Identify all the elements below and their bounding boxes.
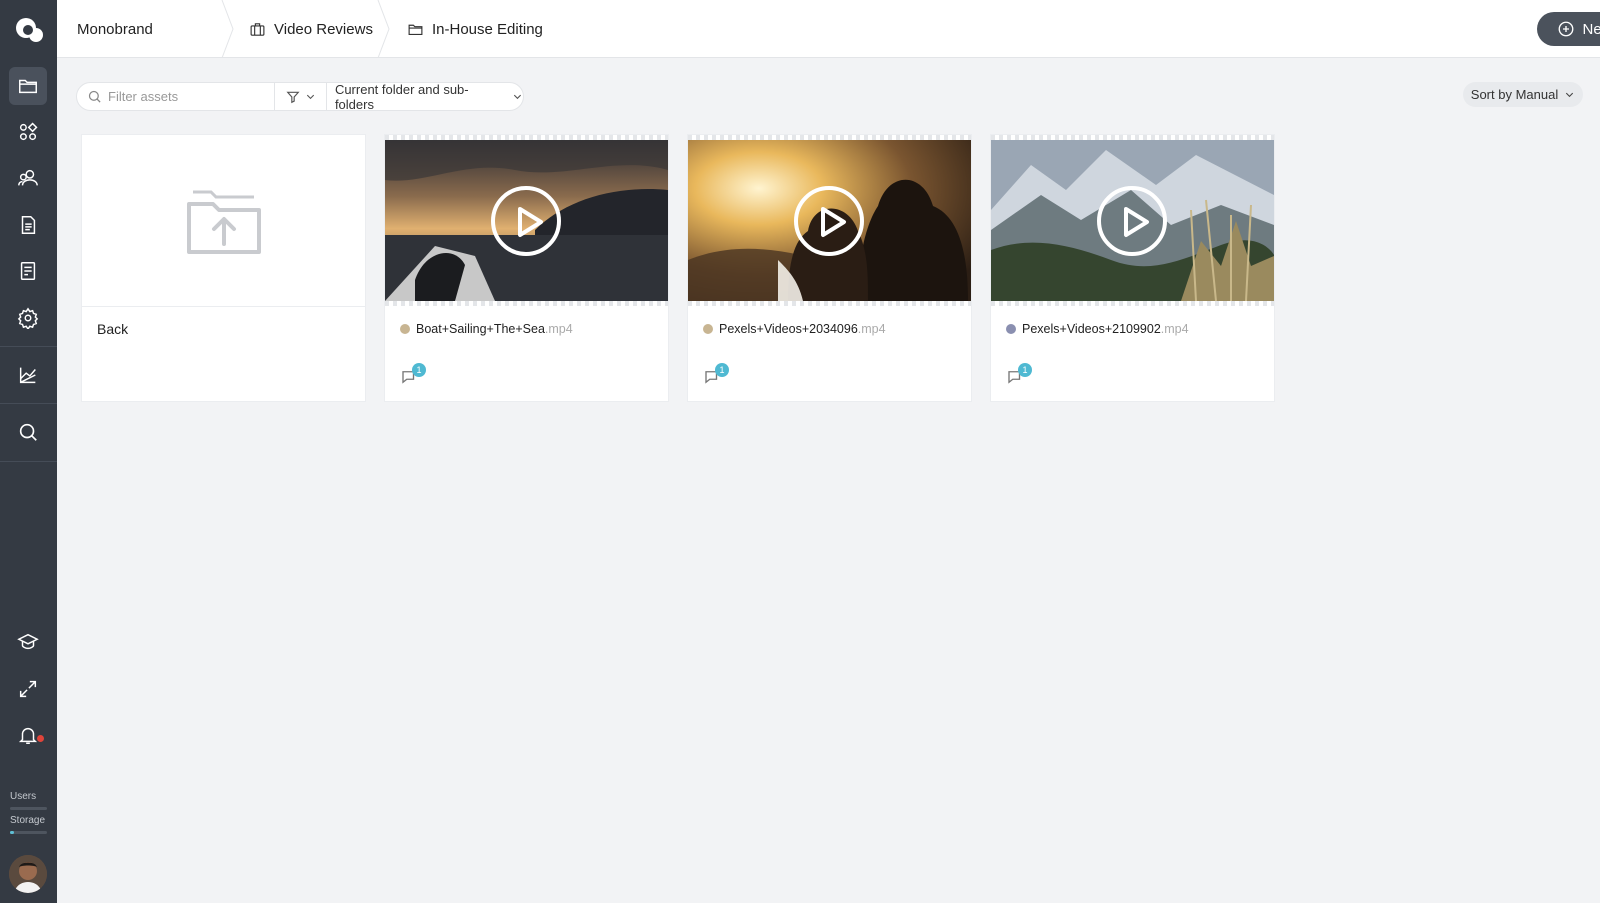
asset-filename[interactable]: Pexels+Videos+2034096.mp4 (703, 322, 886, 336)
thumbnail-frame (688, 301, 971, 306)
brand-logo[interactable] (14, 14, 44, 44)
chart-icon (19, 367, 36, 384)
user-avatar-image (9, 855, 47, 893)
nav-tasks[interactable] (9, 252, 47, 290)
users-usage-bar (10, 807, 47, 810)
users-usage-label: Users (10, 791, 37, 802)
graduation-cap-icon (17, 633, 39, 650)
comments-button[interactable]: 1 (1006, 363, 1034, 387)
asset-filename[interactable]: Boat+Sailing+The+Sea.mp4 (400, 322, 573, 336)
filter-bar: Current folder and sub-folders (76, 82, 524, 112)
video-thumbnail (688, 140, 971, 301)
back-card[interactable]: Back (81, 134, 366, 402)
breadcrumb-label: In-House Editing (432, 20, 543, 38)
users-icon (18, 169, 38, 186)
gear-icon (17, 307, 39, 329)
nav-documents[interactable] (9, 206, 47, 244)
asset-card[interactable]: Pexels+Videos+2109902.mp4 1 (990, 134, 1275, 402)
breadcrumb-label: Monobrand (77, 20, 153, 38)
breadcrumb-label: Video Reviews (274, 20, 373, 38)
storage-usage-label: Storage (10, 815, 46, 826)
nav-settings[interactable] (9, 299, 47, 337)
avatar[interactable] (9, 855, 47, 893)
funnel-icon (286, 91, 300, 103)
chevron-down-icon (513, 94, 522, 100)
comments-button[interactable]: 1 (400, 363, 428, 387)
status-dot (400, 324, 410, 334)
nav-academy[interactable] (9, 623, 47, 661)
briefcase-icon (250, 22, 265, 36)
sidebar-divider (0, 403, 57, 404)
play-icon (821, 207, 846, 237)
sort-label: Sort by Manual (1470, 87, 1559, 102)
nav-insights[interactable] (9, 356, 47, 394)
play-button[interactable] (1097, 186, 1167, 256)
sidebar-divider (0, 461, 57, 462)
scope-label: Current folder and sub-folders (334, 81, 469, 112)
play-button[interactable] (491, 186, 561, 256)
storage-usage-fill (10, 831, 15, 834)
sidebar: Users Storage (0, 0, 57, 903)
sort-dropdown[interactable]: Sort by Manual (1463, 82, 1583, 107)
play-icon (1124, 207, 1149, 237)
notification-dot (37, 735, 44, 742)
video-thumbnail (991, 140, 1274, 301)
sidebar-divider (0, 346, 57, 347)
nav-users[interactable] (9, 159, 47, 197)
breadcrumb-separator (221, 0, 234, 58)
checklist-icon (20, 262, 36, 280)
chevron-down-icon (306, 94, 314, 100)
asset-extension: .mp4 (1160, 322, 1189, 336)
video-thumbnail (385, 140, 668, 301)
search-icon (88, 90, 101, 103)
top-bar: Monobrand Video Reviews In-House Editing… (57, 0, 1600, 58)
asset-name: Boat+Sailing+The+Sea (416, 322, 545, 336)
asset-extension: .mp4 (857, 322, 886, 336)
nav-apps[interactable] (9, 113, 47, 151)
back-card-preview (82, 135, 365, 307)
asset-card[interactable]: Pexels+Videos+2034096.mp4 1 (687, 134, 972, 402)
search-icon (19, 423, 37, 441)
apps-icon (19, 122, 38, 141)
plus-circle-icon (1559, 21, 1574, 37)
comments-button[interactable]: 1 (703, 363, 731, 387)
nav-search[interactable] (9, 413, 47, 451)
comment-count-badge: 1 (1018, 363, 1032, 377)
comment-count-badge: 1 (412, 363, 426, 377)
breadcrumb-item-monobrand[interactable]: Monobrand (77, 0, 153, 58)
expand-icon (19, 680, 37, 698)
thumbnail-frame (385, 301, 668, 306)
comment-count-badge: 1 (715, 363, 729, 377)
nav-fullscreen[interactable] (9, 670, 47, 708)
breadcrumb-item-video-reviews[interactable]: Video Reviews (249, 0, 373, 58)
status-dot (703, 324, 713, 334)
filter-options-button[interactable] (275, 83, 327, 110)
storage-usage-bar (10, 831, 47, 834)
back-label: Back (97, 321, 129, 337)
nav-assets[interactable] (9, 67, 47, 105)
folder-upload-icon (186, 190, 261, 254)
breadcrumb-separator (377, 0, 390, 58)
status-dot (1006, 324, 1016, 334)
document-icon (21, 216, 36, 234)
play-icon (518, 207, 543, 237)
scope-dropdown[interactable]: Current folder and sub-folders (327, 82, 523, 112)
filter-assets-input[interactable] (108, 89, 268, 104)
new-button-label: New (1582, 20, 1600, 38)
folder-icon (19, 79, 37, 94)
folder-icon (408, 24, 423, 35)
asset-filename[interactable]: Pexels+Videos+2109902.mp4 (1006, 322, 1189, 336)
asset-name: Pexels+Videos+2034096 (719, 322, 858, 336)
thumbnail-frame (991, 301, 1274, 306)
breadcrumb-item-in-house-editing[interactable]: In-House Editing (407, 0, 543, 58)
asset-name: Pexels+Videos+2109902 (1022, 322, 1161, 336)
bell-icon (18, 727, 38, 744)
play-button[interactable] (794, 186, 864, 256)
chevron-down-icon (1566, 92, 1574, 98)
asset-extension: .mp4 (544, 322, 573, 336)
new-button[interactable]: New (1537, 12, 1600, 46)
asset-card[interactable]: Boat+Sailing+The+Sea.mp4 1 (384, 134, 669, 402)
filter-field[interactable] (77, 83, 276, 110)
